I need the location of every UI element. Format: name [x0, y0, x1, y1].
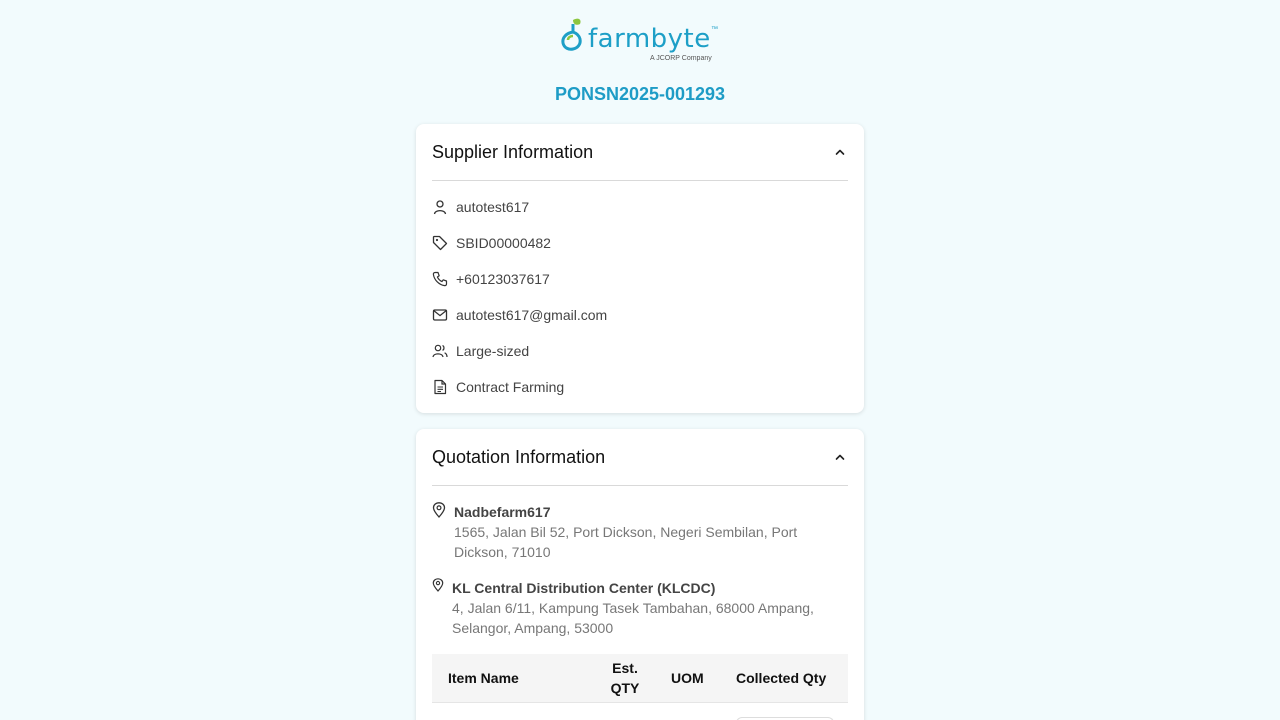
destination-address: 4, Jalan 6/11, Kampung Tasek Tambahan, 6…: [452, 600, 814, 636]
supplier-size: Large-sized: [456, 343, 530, 359]
quotation-information-card: Quotation Information Nadbefarm617 1565,…: [416, 429, 864, 720]
chevron-up-icon[interactable]: [832, 449, 848, 465]
supplier-card-title: Supplier Information: [432, 141, 594, 162]
quotation-card-title: Quotation Information: [432, 446, 606, 467]
chevron-up-icon[interactable]: [832, 144, 848, 160]
po-number: PONSN2025-001293: [554, 84, 726, 104]
origin-name: Nadbefarm617: [454, 504, 551, 520]
supplier-size-row: Large-sized: [432, 341, 529, 361]
supplier-email-row: autotest617@gmail.com: [432, 305, 607, 325]
trademark-symbol: ™: [711, 26, 718, 33]
mail-icon: [432, 307, 448, 323]
column-header-est-qty: Est. QTY: [610, 660, 640, 696]
user-icon: [432, 199, 448, 215]
supplier-name-row: autotest617: [432, 197, 529, 217]
leaf-drop-icon: [561, 18, 582, 51]
origin-address: 1565, Jalan Bil 52, Port Dickson, Negeri…: [454, 524, 798, 560]
map-pin-icon: [432, 502, 446, 518]
items-table-header: Item Name Est. QTY UOM Collected Qty: [432, 654, 848, 703]
supplier-email: autotest617@gmail.com: [456, 307, 608, 323]
origin-location: Nadbefarm617 1565, Jalan Bil 52, Port Di…: [432, 502, 832, 562]
farmbyte-logo: farmbyte ™ A JCORP Company: [560, 14, 730, 66]
supplier-phone: +60123037617: [456, 271, 550, 287]
tag-icon: [432, 235, 448, 251]
column-header-uom: UOM: [671, 670, 704, 686]
supplier-name: autotest617: [456, 199, 530, 215]
destination-location: KL Central Distribution Center (KLCDC) 4…: [432, 578, 834, 638]
destination-name: KL Central Distribution Center (KLCDC): [452, 580, 716, 596]
supplier-phone-row: +60123037617: [432, 269, 550, 289]
map-pin-icon: [432, 578, 444, 594]
supplier-id-row: SBID00000482: [432, 233, 551, 253]
column-header-item-name: Item Name: [448, 670, 519, 686]
brand-name: farmbyte: [588, 24, 711, 54]
supplier-type-row: Contract Farming: [432, 377, 564, 397]
supplier-information-card: Supplier Information autotest617 SBID000…: [416, 124, 864, 413]
quotation-card-header[interactable]: Quotation Information: [432, 429, 848, 486]
users-icon: [432, 343, 448, 359]
document-icon: [432, 379, 448, 395]
page: farmbyte ™ A JCORP Company PONSN2025-001…: [0, 0, 1280, 720]
supplier-type: Contract Farming: [456, 379, 565, 395]
brand-tagline: A JCORP Company: [650, 55, 712, 62]
supplier-id: SBID00000482: [456, 235, 551, 251]
phone-icon: [432, 271, 448, 287]
column-header-collected-qty: Collected Qty: [736, 670, 827, 686]
supplier-card-header[interactable]: Supplier Information: [432, 124, 848, 181]
